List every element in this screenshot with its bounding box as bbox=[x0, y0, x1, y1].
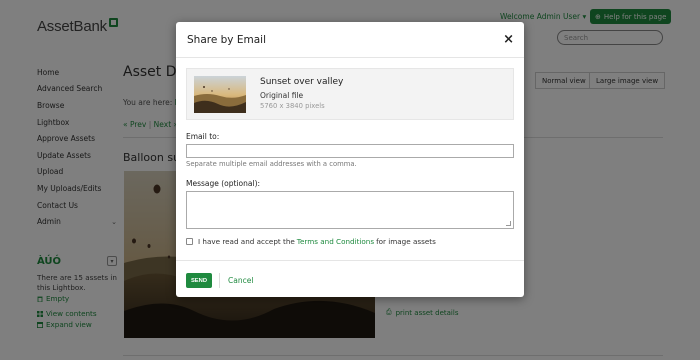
terms-prefix: I have read and accept the bbox=[198, 237, 295, 246]
terms-suffix: for image assets bbox=[376, 237, 436, 246]
modal-header: Share by Email × bbox=[176, 22, 524, 58]
terms-row: I have read and accept the Terms and Con… bbox=[186, 237, 436, 246]
resize-handle-icon[interactable] bbox=[506, 221, 511, 226]
send-button[interactable]: SEND bbox=[186, 273, 212, 288]
cancel-button[interactable]: Cancel bbox=[228, 276, 253, 285]
terms-link[interactable]: Terms and Conditions bbox=[297, 237, 374, 246]
close-icon[interactable]: × bbox=[503, 32, 514, 47]
asset-name: Sunset over valley bbox=[260, 77, 344, 87]
asset-summary-card: Sunset over valley Original file 5760 x … bbox=[186, 68, 514, 120]
message-field[interactable] bbox=[186, 191, 514, 229]
asset-dimensions: 5760 x 3840 pixels bbox=[260, 102, 325, 110]
divider bbox=[219, 273, 220, 288]
email-label: Email to: bbox=[186, 132, 220, 141]
sunset-valley-thumbnail bbox=[194, 76, 246, 113]
modal-footer: SEND Cancel bbox=[176, 260, 524, 297]
asset-thumbnail bbox=[194, 76, 246, 113]
email-hint: Separate multiple email addresses with a… bbox=[186, 160, 357, 168]
message-label: Message (optional): bbox=[186, 179, 261, 188]
modal-title: Share by Email bbox=[187, 33, 266, 46]
terms-checkbox[interactable] bbox=[186, 238, 193, 245]
share-email-modal: Share by Email × Sunset over valley Orig… bbox=[176, 22, 524, 297]
asset-file-type: Original file bbox=[260, 91, 304, 100]
email-field[interactable] bbox=[186, 144, 514, 158]
